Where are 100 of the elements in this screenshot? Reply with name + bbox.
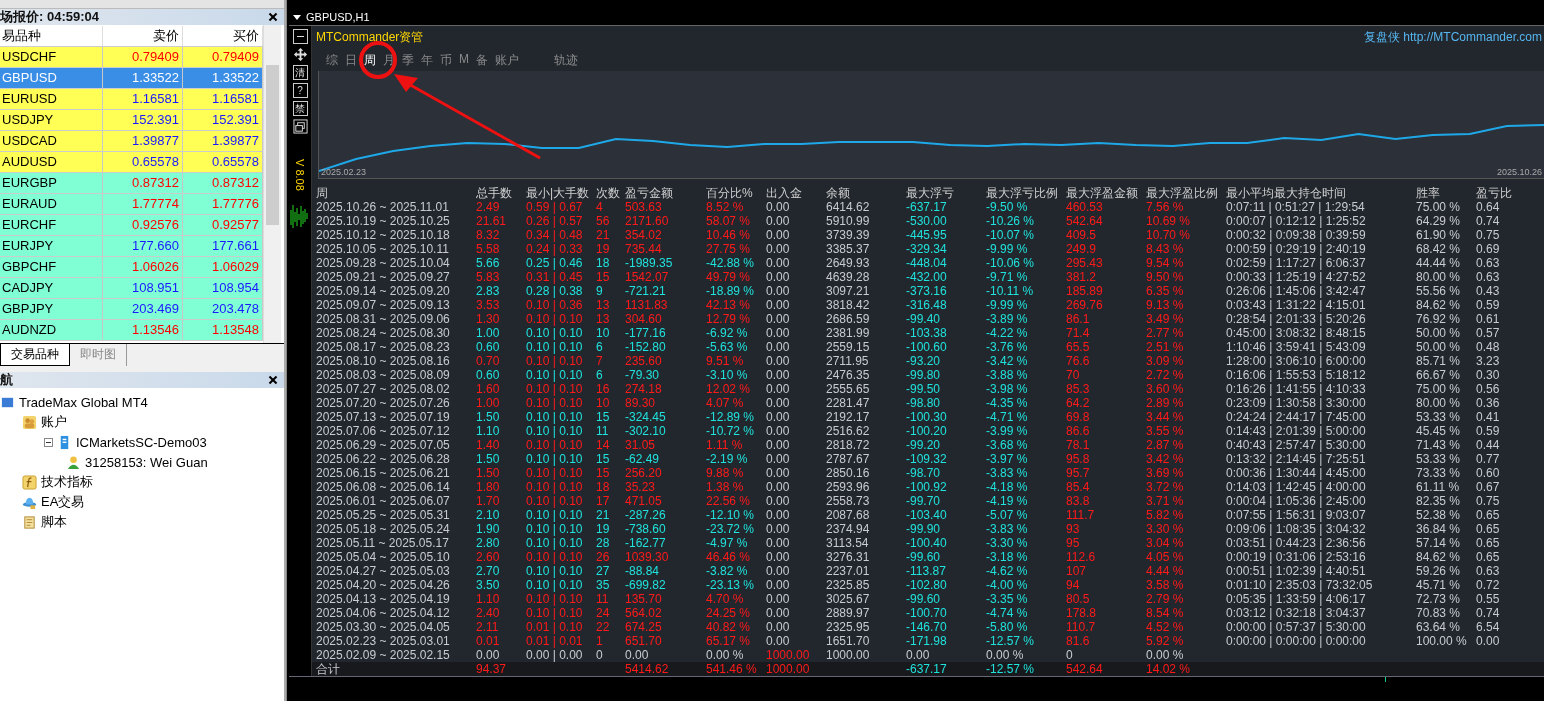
table-cell-text: 1:28:00 | 3:06:10 | 6:00:00: [1226, 354, 1367, 368]
price-cell: 0.79409: [103, 47, 183, 67]
table-cell-text: -637.17: [906, 200, 948, 214]
tab[interactable]: 交易品种: [0, 344, 70, 366]
table-cell-text: 22: [596, 620, 611, 634]
table-cell-text: 8.52 %: [706, 200, 745, 214]
tab[interactable]: 币: [440, 52, 452, 70]
toolbar-button[interactable]: ?: [292, 83, 308, 98]
column-header[interactable]: 卖价: [103, 25, 183, 46]
table-cell-text: 0.63: [1476, 564, 1501, 578]
column-header: 胜率: [1416, 186, 1441, 200]
table-cell-text: 0.63: [1476, 256, 1501, 270]
tree-item[interactable]: 技术指标: [41, 473, 93, 491]
toolbar-button[interactable]: 清: [292, 65, 308, 80]
symbol-row[interactable]: EURUSD 1.16581 1.16581: [0, 89, 263, 110]
table-cell-text: -100.40: [906, 536, 948, 550]
tab[interactable]: 年: [421, 52, 433, 70]
symbol-row[interactable]: EURAUD 1.77774 1.77776: [0, 194, 263, 215]
symbol-row[interactable]: GBPCHF 1.06026 1.06029: [0, 257, 263, 278]
table-cell-text: 0.00: [766, 536, 791, 550]
tab[interactable]: 日: [345, 52, 357, 70]
symbol-row[interactable]: AUDUSD 0.65578 0.65578: [0, 152, 263, 173]
table-cell-text: 26: [596, 550, 611, 564]
tab[interactable]: M: [459, 52, 469, 70]
table-cell-text: 13: [596, 298, 611, 312]
table-cell-text: 4.52 %: [1146, 620, 1185, 634]
table-cell-text: -102.80: [906, 578, 948, 592]
table-cell-text: 2025.03.30 ~ 2025.04.05: [316, 620, 451, 634]
dropdown-icon[interactable]: [293, 14, 301, 20]
symbol-row[interactable]: USDCAD 1.39877 1.39877: [0, 131, 263, 152]
move-icon[interactable]: [292, 47, 308, 62]
table-cell-text: 10.69 %: [1146, 214, 1192, 228]
tree-item[interactable]: 账户: [41, 413, 67, 431]
table-cell-text: -42.88 %: [706, 256, 756, 270]
symbol-row[interactable]: USDCHF 0.79409 0.79409: [0, 47, 263, 68]
table-cell-text: 2171.60: [625, 214, 670, 228]
table-cell-text: 11: [596, 592, 610, 606]
table-cell-text: 22.56 %: [706, 494, 752, 508]
tree-item[interactable]: 31258153: Wei Guan: [85, 454, 208, 470]
table-cell-text: 0.00: [766, 228, 791, 242]
table-cell-text: 64.2: [1066, 396, 1091, 410]
table-cell-text: 1.10: [476, 424, 501, 438]
toolbar-button[interactable]: 禁: [292, 101, 308, 116]
close-icon[interactable]: [269, 376, 277, 384]
tab[interactable]: 周: [364, 52, 376, 70]
tab[interactable]: 备: [476, 52, 488, 70]
table-cell-text: 2.80: [476, 536, 501, 550]
table-cell-text: 0:16:06 | 1:55:53 | 5:18:12: [1226, 368, 1367, 382]
tree-item[interactable]: EA交易: [41, 493, 85, 511]
tree-item[interactable]: TradeMax Global MT4: [19, 394, 148, 410]
tab[interactable]: 季: [402, 52, 414, 70]
table-cell-text: 1: [596, 634, 604, 648]
table-cell-text: 8.54 %: [1146, 606, 1185, 620]
table-cell-text: -3.76 %: [986, 340, 1029, 354]
table-cell-text: 2025.10.19 ~ 2025.10.25: [316, 214, 451, 228]
table-cell-text: 63.64 %: [1416, 620, 1462, 634]
restore-icon[interactable]: [292, 119, 308, 134]
table-cell-text: 0:23:09 | 1:30:58 | 3:30:00: [1226, 396, 1367, 410]
tab[interactable]: 账户: [495, 52, 519, 70]
symbol-row[interactable]: GBPJPY 203.469 203.478: [0, 299, 263, 320]
tree-item[interactable]: 脚本: [41, 513, 67, 531]
tree-item[interactable]: ICMarketsSC-Demo03: [76, 434, 207, 450]
symbol-row[interactable]: AUDNZD 1.13546 1.13548: [0, 320, 263, 341]
table-cell-text: 44.44 %: [1416, 256, 1462, 270]
table-cell-text: 27: [596, 564, 611, 578]
table-cell-text: 16: [596, 382, 611, 396]
scrollbar[interactable]: [263, 25, 281, 343]
table-cell-text: 0:02:59 | 1:17:27 | 6:06:37: [1226, 256, 1367, 270]
table-cell-text: 0.00 %: [1146, 648, 1185, 662]
tab[interactable]: 轨迹: [554, 52, 578, 70]
symbol-cell: EURUSD: [0, 89, 103, 109]
column-header[interactable]: 易品种: [0, 25, 103, 46]
table-cell-text: 2558.73: [826, 494, 871, 508]
symbol-row[interactable]: EURJPY 177.660 177.661: [0, 236, 263, 257]
tab[interactable]: 月: [383, 52, 395, 70]
table-cell-text: 0.48: [1476, 340, 1501, 354]
close-icon[interactable]: [269, 13, 277, 21]
market-watch-title: 场报价: 04:59:04: [0, 8, 99, 26]
table-cell-text: 35.23: [625, 480, 657, 494]
table-cell-text: -3.88 %: [986, 368, 1029, 382]
symbol-row[interactable]: EURGBP 0.87312 0.87312: [0, 173, 263, 194]
table-cell-text: 95.8: [1066, 452, 1091, 466]
table-cell-text: 7.56 %: [1146, 200, 1185, 214]
table-cell-text: 50.00 %: [1416, 340, 1462, 354]
table-cell-text: 2025.08.03 ~ 2025.08.09: [316, 368, 451, 382]
table-cell-text: 15: [596, 410, 611, 424]
table-cell-text: -171.98: [906, 634, 948, 648]
table-cell-text: 21: [596, 228, 611, 242]
site-link[interactable]: 复盘侠 http://MTCommander.com: [1363, 29, 1542, 45]
symbol-row[interactable]: CADJPY 108.951 108.954: [0, 278, 263, 299]
symbol-row[interactable]: EURCHF 0.92576 0.92577: [0, 215, 263, 236]
collapse-toggle-icon[interactable]: [44, 437, 53, 447]
table-cell-text: 178.8: [1066, 606, 1098, 620]
table-cell-text: 9.54 %: [1146, 256, 1185, 270]
table-cell-text: 3.72 %: [1146, 480, 1185, 494]
tab[interactable]: 综: [326, 52, 338, 70]
minimize-button[interactable]: [292, 29, 308, 44]
table-cell-text: 2.10: [476, 508, 501, 522]
table-cell-text: 0.00: [766, 312, 791, 326]
symbol-row[interactable]: USDJPY 152.391 152.391: [0, 110, 263, 131]
